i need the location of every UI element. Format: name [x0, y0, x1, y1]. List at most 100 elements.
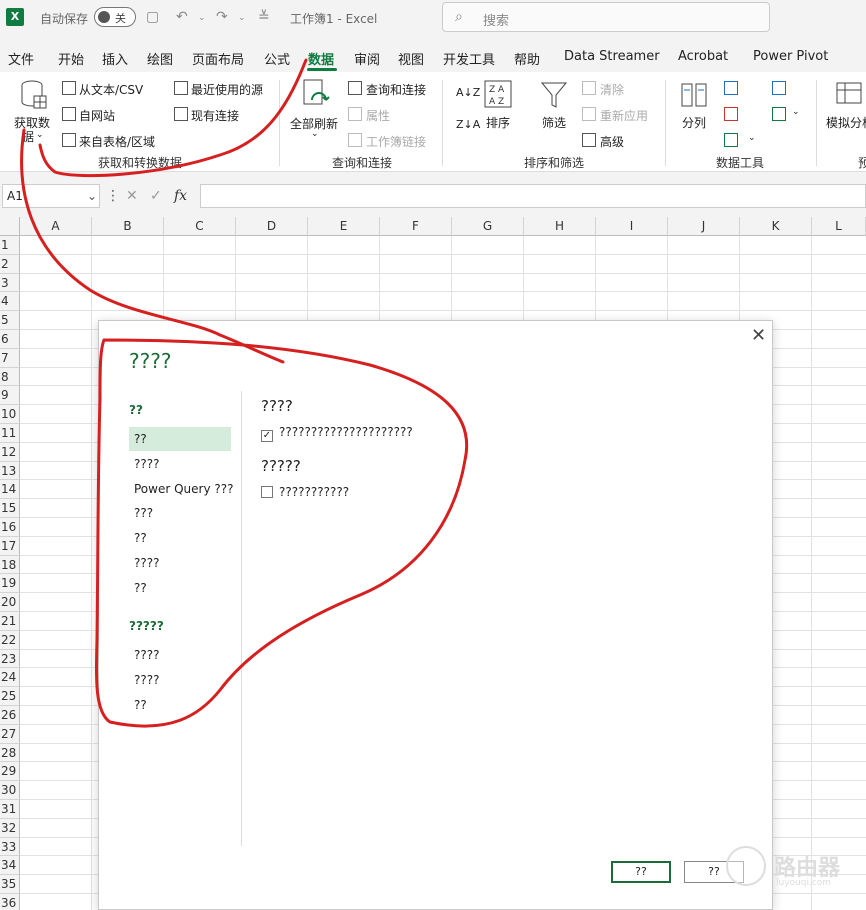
row-header[interactable]: 1 [0, 236, 20, 255]
column-header[interactable]: E [308, 217, 380, 236]
name-box[interactable]: A1 ⌄ [2, 184, 100, 208]
formula-input[interactable] [200, 184, 866, 208]
menu-formulas[interactable]: 公式 [264, 49, 290, 68]
queries-connections-button[interactable]: 查询和连接 [366, 81, 426, 98]
row-header[interactable]: 32 [0, 818, 20, 838]
nav-item[interactable]: ?? [129, 526, 231, 550]
nav-item[interactable]: ???? [129, 551, 231, 575]
sort-button[interactable]: 排序 [486, 114, 510, 131]
checkbox-checked[interactable]: ✓ [261, 430, 273, 442]
column-header[interactable]: B [92, 217, 164, 236]
column-header[interactable]: C [164, 217, 236, 236]
row-header[interactable]: 7 [0, 348, 20, 368]
select-all-corner[interactable] [0, 217, 20, 236]
row-header[interactable]: 17 [0, 536, 20, 556]
row-header[interactable]: 20 [0, 593, 20, 612]
nav-item[interactable]: ?? [129, 693, 231, 717]
menu-page-layout[interactable]: 页面布局 [192, 49, 244, 68]
nav-item[interactable]: ???? [129, 452, 231, 476]
row-header[interactable]: 22 [0, 630, 20, 650]
column-header[interactable]: J [668, 217, 740, 236]
nav-item[interactable]: ??? [129, 501, 231, 525]
row-header[interactable]: 35 [0, 875, 20, 894]
chevron-down-icon[interactable]: ⌄ [87, 189, 97, 203]
remove-duplicates-icon[interactable] [724, 107, 738, 121]
what-if-analysis-button[interactable]: 模拟分析 [826, 114, 866, 131]
nav-item[interactable]: ?? [129, 576, 231, 600]
column-header[interactable]: A [20, 217, 92, 236]
chevron-down-icon[interactable]: ⌄ [36, 130, 44, 140]
from-text-csv-button[interactable]: 从文本/CSV [79, 81, 143, 98]
relationships-icon[interactable] [772, 107, 786, 121]
menu-insert[interactable]: 插入 [102, 49, 128, 68]
column-header[interactable]: K [740, 217, 812, 236]
row-header[interactable]: 5 [0, 311, 20, 330]
nav-item[interactable]: Power Query ??? [129, 477, 234, 501]
row-header[interactable]: 16 [0, 518, 20, 537]
clear-button[interactable]: 清除 [600, 81, 624, 98]
row-header[interactable]: 25 [0, 687, 20, 706]
row-header[interactable]: 34 [0, 856, 20, 876]
redo-icon[interactable]: ↷ [216, 9, 228, 25]
menu-help[interactable]: 帮助 [514, 49, 540, 68]
existing-connections-button[interactable]: 现有连接 [191, 107, 239, 124]
nav-item[interactable]: ???? [129, 643, 231, 667]
row-header[interactable]: 12 [0, 442, 20, 462]
nav-item[interactable]: ?? [129, 427, 231, 451]
recent-sources-button[interactable]: 最近使用的源 [191, 81, 263, 98]
close-icon[interactable]: ✕ [751, 325, 766, 346]
row-header[interactable]: 33 [0, 837, 20, 857]
insert-function-icon[interactable]: fx [174, 188, 187, 204]
row-header[interactable]: 13 [0, 461, 20, 481]
customize-toolbar-icon[interactable]: ≚ [258, 9, 270, 25]
cancel-icon[interactable]: ✕ [126, 188, 138, 204]
row-header[interactable]: 18 [0, 555, 20, 575]
column-header[interactable]: I [596, 217, 668, 236]
row-header[interactable]: 19 [0, 574, 20, 594]
menu-view[interactable]: 视图 [398, 49, 424, 68]
data-validation-dropdown-icon[interactable]: ⌄ [748, 133, 756, 143]
row-header[interactable]: 4 [0, 292, 20, 312]
ok-button[interactable]: ?? [611, 861, 671, 883]
row-header[interactable]: 10 [0, 405, 20, 424]
row-header[interactable]: 15 [0, 499, 20, 518]
row-header[interactable]: 36 [0, 894, 20, 910]
row-header[interactable]: 31 [0, 800, 20, 819]
sort-ascending-icon[interactable]: A↓Z [456, 86, 480, 99]
row-header[interactable]: 30 [0, 781, 20, 800]
undo-icon[interactable]: ↶ [176, 9, 188, 25]
save-icon[interactable]: ▢ [146, 9, 159, 25]
from-web-button[interactable]: 自网站 [79, 107, 115, 124]
checkbox-row[interactable]: ✓????????????????????? [261, 425, 413, 442]
menu-home[interactable]: 开始 [58, 49, 84, 68]
row-header[interactable]: 29 [0, 762, 20, 782]
sort-descending-icon[interactable]: Z↓A [456, 118, 480, 131]
row-header[interactable]: 3 [0, 273, 20, 293]
data-validation-icon[interactable] [724, 133, 738, 147]
menu-developer[interactable]: 开发工具 [443, 49, 495, 68]
search-box[interactable]: ⌕ 搜索 [442, 2, 770, 32]
column-header[interactable]: D [236, 217, 308, 236]
menu-data[interactable]: 数据 [308, 49, 334, 68]
text-to-columns-button[interactable]: 分列 [682, 114, 706, 131]
column-header[interactable]: G [452, 217, 524, 236]
advanced-button[interactable]: 高级 [600, 133, 624, 150]
undo-dropdown-icon[interactable]: ⌄ [198, 13, 206, 23]
refresh-dropdown-icon[interactable]: ⌄ [311, 129, 319, 139]
more-options-icon[interactable]: ⋮ [106, 188, 120, 204]
row-header[interactable]: 21 [0, 612, 20, 631]
row-header[interactable]: 14 [0, 480, 20, 500]
flash-fill-icon[interactable] [724, 81, 738, 95]
menu-review[interactable]: 审阅 [354, 49, 380, 68]
row-header[interactable]: 24 [0, 668, 20, 688]
row-header[interactable]: 6 [0, 330, 20, 349]
menu-draw[interactable]: 绘图 [147, 49, 173, 68]
consolidate-icon[interactable] [772, 81, 786, 95]
filter-button[interactable]: 筛选 [542, 114, 566, 131]
reapply-button[interactable]: 重新应用 [600, 107, 648, 124]
autosave-toggle[interactable]: 关 [94, 7, 136, 27]
checkbox-unchecked[interactable] [261, 486, 273, 498]
redo-dropdown-icon[interactable]: ⌄ [238, 13, 246, 23]
menu-power-pivot[interactable]: Power Pivot [753, 49, 828, 64]
properties-button[interactable]: 属性 [366, 107, 390, 124]
